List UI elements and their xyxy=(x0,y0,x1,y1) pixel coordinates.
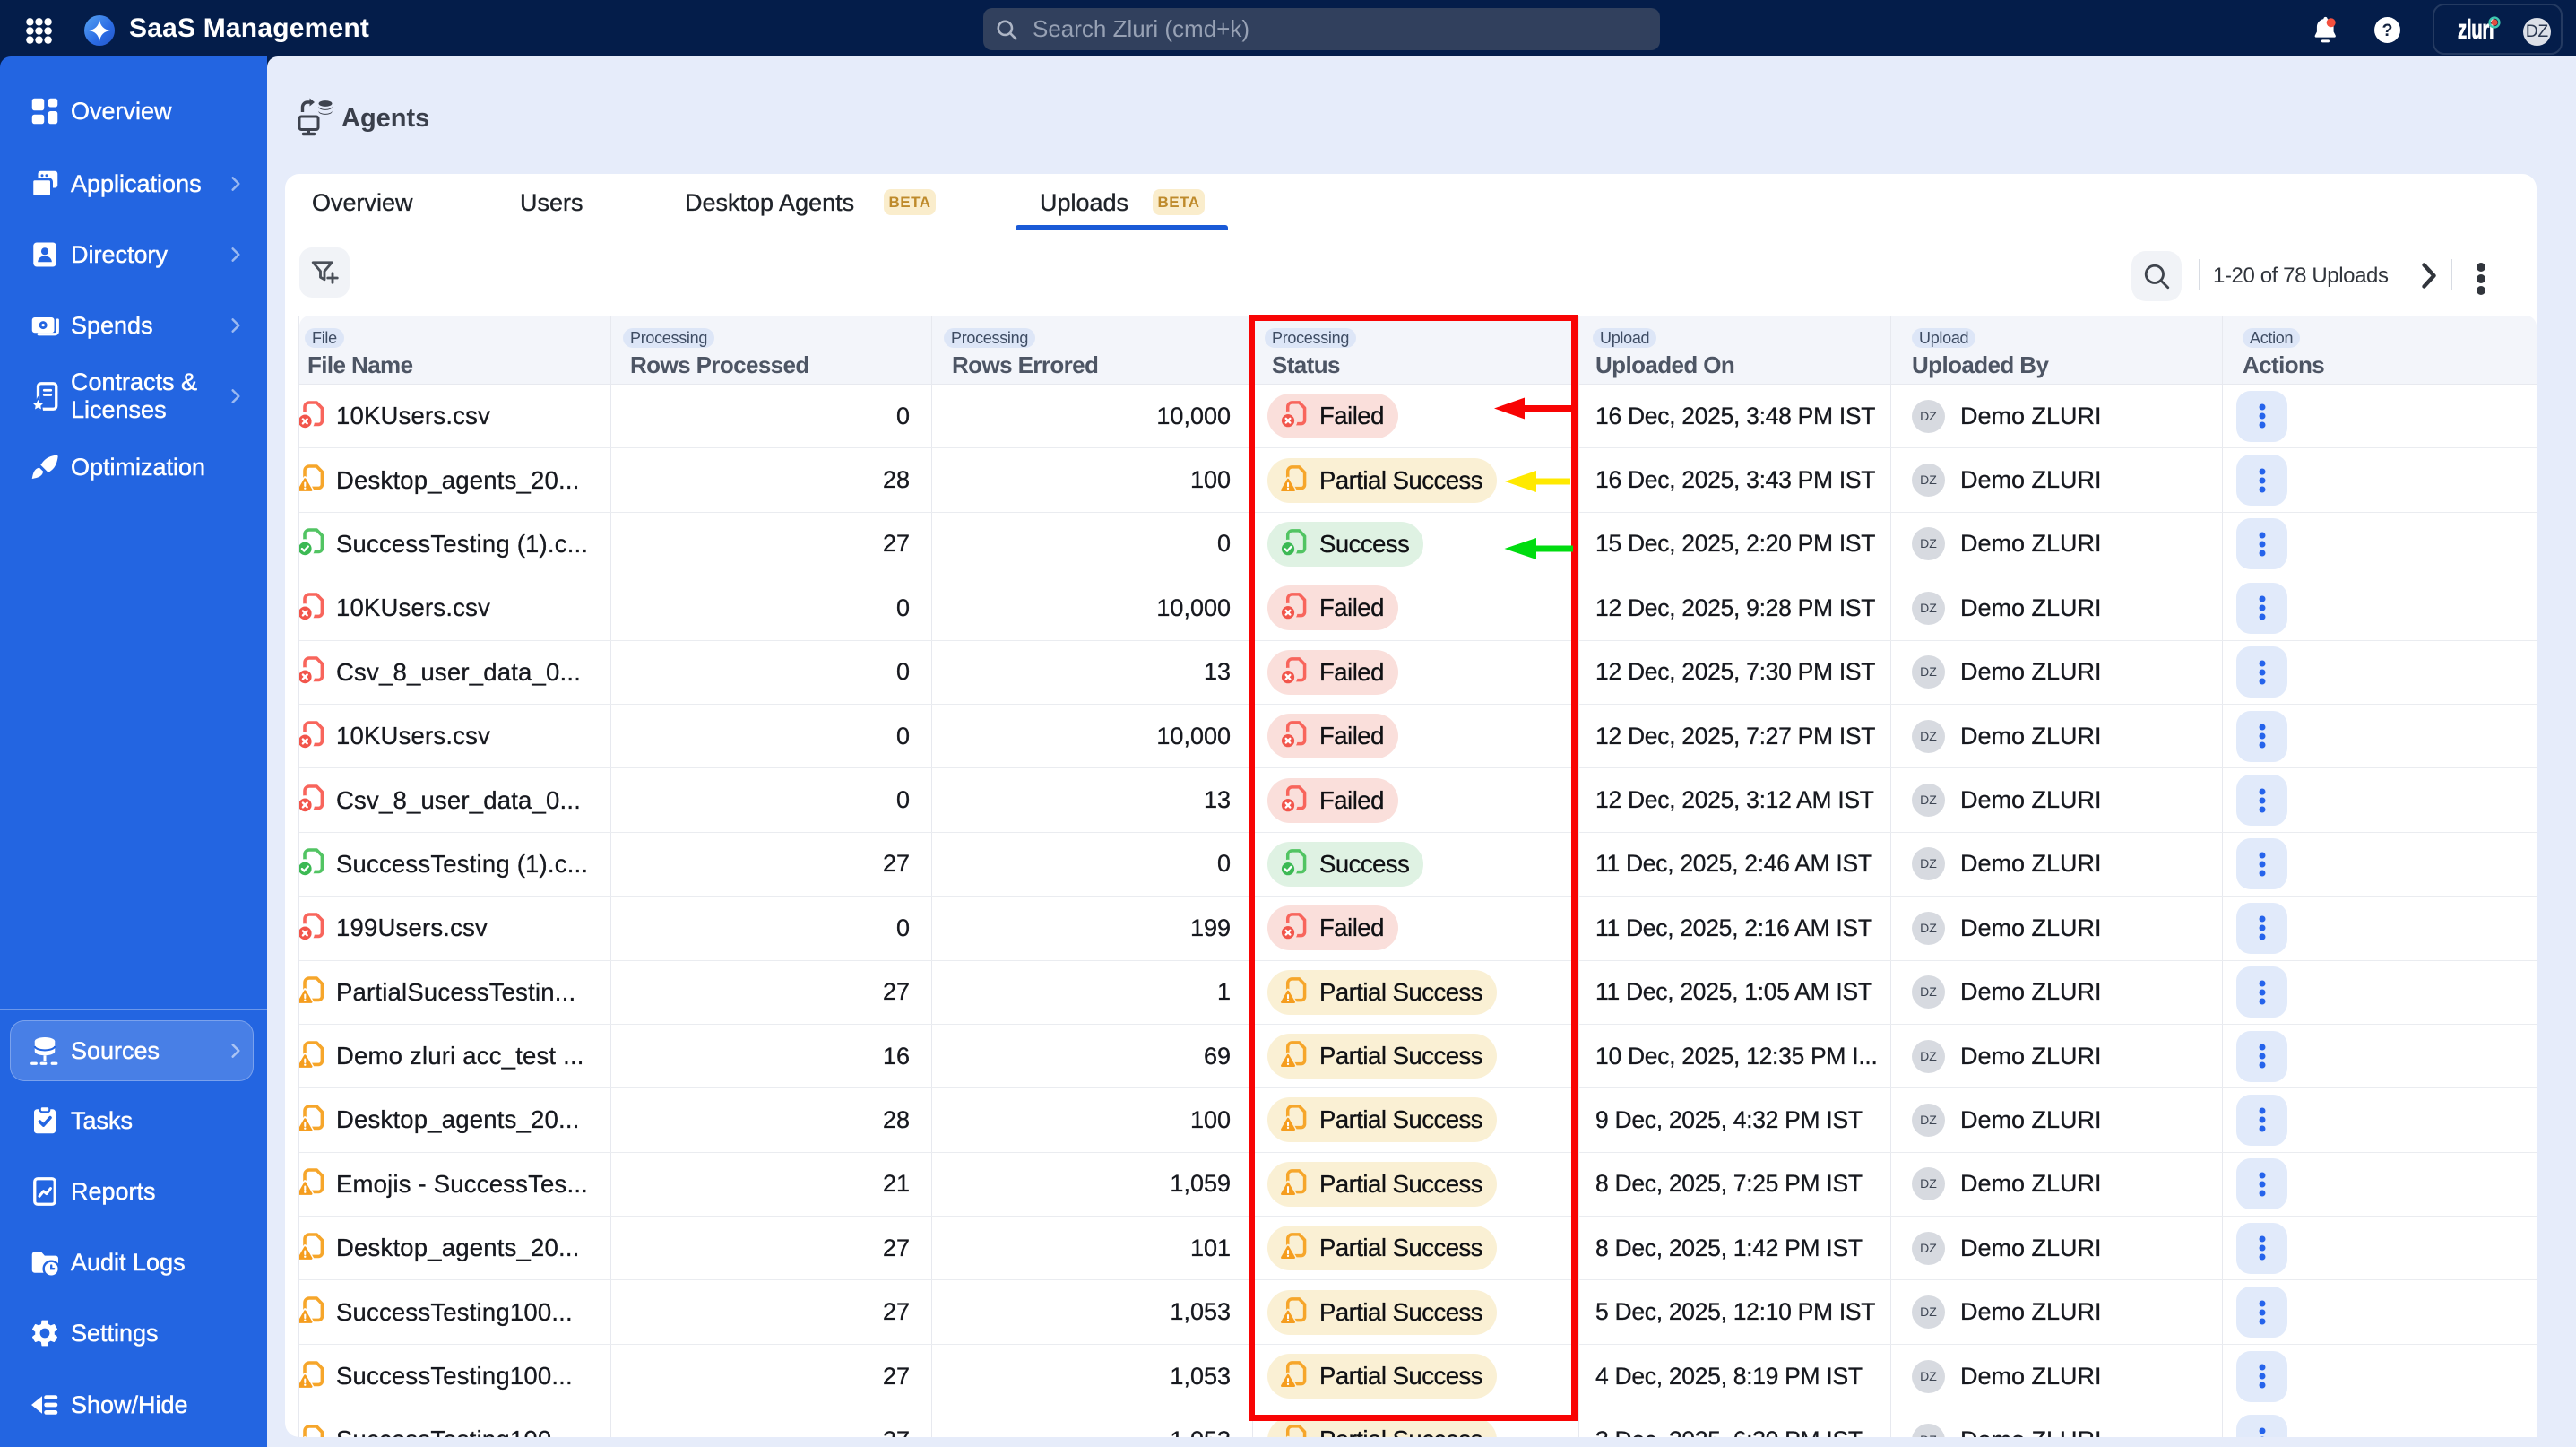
svg-text:?: ? xyxy=(2382,21,2393,40)
